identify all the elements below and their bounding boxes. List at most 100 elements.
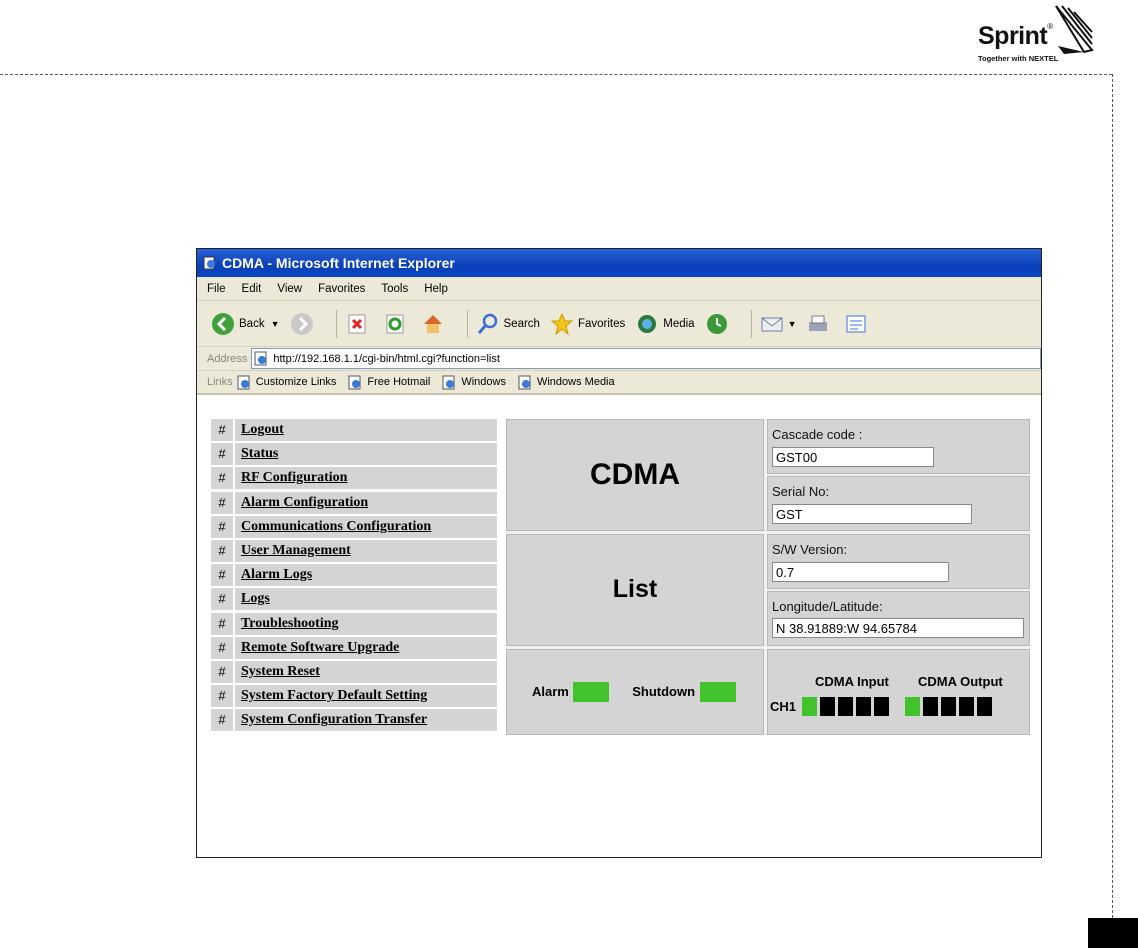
sw-version-cell: S/W Version: 0.7 xyxy=(767,534,1030,589)
back-button[interactable]: Back ▼ xyxy=(211,312,280,336)
link-free-hotmail[interactable]: Free Hotmail xyxy=(348,375,430,390)
back-dropdown-icon[interactable]: ▼ xyxy=(271,319,280,329)
nav-item: # Remote Software Upgrade xyxy=(211,636,497,659)
toolbar: Back ▼ Search Favorites Media ▼ xyxy=(197,301,1041,347)
search-button[interactable]: Search xyxy=(476,312,540,336)
link-windows[interactable]: Windows xyxy=(442,375,506,390)
mail-dropdown-icon[interactable]: ▼ xyxy=(788,319,797,329)
nav-link-rf-configuration[interactable]: RF Configuration xyxy=(235,467,497,489)
cascade-code-field[interactable]: GST00 xyxy=(772,447,934,467)
page-number-tab xyxy=(1088,918,1138,948)
nav-marker: # xyxy=(211,419,235,441)
favorites-button[interactable]: Favorites xyxy=(550,312,625,336)
browser-window: CDMA - Microsoft Internet Explorer File … xyxy=(196,248,1042,858)
menu-view[interactable]: View xyxy=(277,283,302,295)
page-icon xyxy=(254,351,267,366)
cdma-input-leds xyxy=(802,697,892,716)
cdma-output-led-5 xyxy=(977,697,993,716)
refresh-button[interactable] xyxy=(383,312,411,336)
nav-link-logout[interactable]: Logout xyxy=(235,419,497,441)
shutdown-label: Shutdown xyxy=(632,684,696,700)
forward-button[interactable] xyxy=(290,312,318,336)
cascade-label: Cascade code : xyxy=(772,427,863,442)
stop-icon xyxy=(348,314,365,333)
nav-marker: # xyxy=(211,612,235,635)
address-input[interactable]: http://192.168.1.1/cgi-bin/html.cgi?func… xyxy=(251,348,1041,369)
cdma-input-led-5 xyxy=(874,697,890,716)
history-icon xyxy=(706,313,727,334)
page-icon xyxy=(518,375,531,389)
nav-link-system-reset[interactable]: System Reset xyxy=(235,661,497,683)
cdma-output-label: CDMA Output xyxy=(918,674,1003,689)
menu-file[interactable]: File xyxy=(207,283,226,295)
sw-version-field[interactable]: 0.7 xyxy=(772,562,949,582)
star-icon xyxy=(550,312,574,335)
edit-document-icon xyxy=(846,315,866,332)
forward-arrow-icon xyxy=(290,312,313,335)
menu-help[interactable]: Help xyxy=(424,283,448,295)
nav-link-system-factory-default-setting[interactable]: System Factory Default Setting xyxy=(235,685,497,707)
nav-marker: # xyxy=(211,443,235,466)
nav-item: # Alarm Logs xyxy=(211,564,497,587)
page-name: List xyxy=(612,575,658,603)
serial-number-field[interactable]: GST xyxy=(772,504,972,524)
menu-tools[interactable]: Tools xyxy=(381,283,408,295)
nav-marker: # xyxy=(211,588,235,611)
cdma-input-led-2 xyxy=(820,697,836,716)
home-button[interactable] xyxy=(421,312,449,336)
cdma-output-led-1 xyxy=(905,697,921,716)
alarm-status-cell: Alarm Shutdown xyxy=(506,649,764,735)
nav-marker: # xyxy=(211,491,235,514)
nav-marker: # xyxy=(211,660,235,683)
title-bar: CDMA - Microsoft Internet Explorer xyxy=(197,249,1041,277)
menu-edit[interactable]: Edit xyxy=(242,283,262,295)
page-icon xyxy=(348,375,361,389)
back-arrow-icon xyxy=(212,312,234,335)
mail-button[interactable]: ▼ xyxy=(760,312,797,336)
nav-marker: # xyxy=(211,515,235,538)
nav-marker: # xyxy=(211,636,235,659)
nav-link-troubleshooting[interactable]: Troubleshooting xyxy=(235,613,497,635)
media-label: Media xyxy=(663,317,695,330)
link-windows-media[interactable]: Windows Media xyxy=(518,375,615,390)
nav-link-status[interactable]: Status xyxy=(235,443,497,465)
edit-button[interactable] xyxy=(844,312,872,336)
menu-favorites[interactable]: Favorites xyxy=(318,283,365,295)
io-status-cell: CDMA Input CDMA Output CH1 xyxy=(767,649,1030,735)
link-customize-links[interactable]: Customize Links xyxy=(237,375,336,390)
nav-link-logs[interactable]: Logs xyxy=(235,588,497,610)
nav-link-user-management[interactable]: User Management xyxy=(235,540,497,562)
nav-link-alarm-configuration[interactable]: Alarm Configuration xyxy=(235,492,497,514)
page-name-cell: List xyxy=(506,534,764,646)
nav-item: # Alarm Configuration xyxy=(211,491,497,514)
nav-item: # Troubleshooting xyxy=(211,612,497,635)
back-label: Back xyxy=(239,317,265,330)
serial-cell: Serial No: GST xyxy=(767,476,1030,531)
nav-link-system-configuration-transfer[interactable]: System Configuration Transfer xyxy=(235,709,497,731)
device-name-cell: CDMA xyxy=(506,419,764,531)
stop-button[interactable] xyxy=(345,312,373,336)
shutdown-indicator xyxy=(699,682,736,702)
cdma-input-led-1 xyxy=(802,697,818,716)
nav-marker: # xyxy=(211,709,235,732)
print-button[interactable] xyxy=(806,312,834,336)
search-icon xyxy=(477,313,497,334)
nav-item: # User Management xyxy=(211,539,497,562)
nav-marker: # xyxy=(211,539,235,562)
alarm-indicator xyxy=(573,682,610,702)
page-border-right xyxy=(1112,74,1113,948)
nav-link-communications-configuration[interactable]: Communications Configuration xyxy=(235,516,497,538)
nav-marker: # xyxy=(211,685,235,708)
geo-location-field[interactable]: N 38.91889:W 94.65784 xyxy=(772,618,1024,638)
history-button[interactable] xyxy=(705,312,733,336)
nav-link-alarm-logs[interactable]: Alarm Logs xyxy=(235,564,497,586)
nav-link-remote-software-upgrade[interactable]: Remote Software Upgrade xyxy=(235,637,497,659)
nav-marker: # xyxy=(211,467,235,490)
sprint-wing-icon xyxy=(1055,5,1094,54)
media-button[interactable]: Media xyxy=(635,312,695,336)
nav-item: # System Reset xyxy=(211,660,497,683)
nav-item: # System Factory Default Setting xyxy=(211,685,497,708)
geo-label: Longitude/Latitude: xyxy=(772,599,883,614)
nav-marker: # xyxy=(211,564,235,587)
window-title: CDMA - Microsoft Internet Explorer xyxy=(222,255,455,271)
